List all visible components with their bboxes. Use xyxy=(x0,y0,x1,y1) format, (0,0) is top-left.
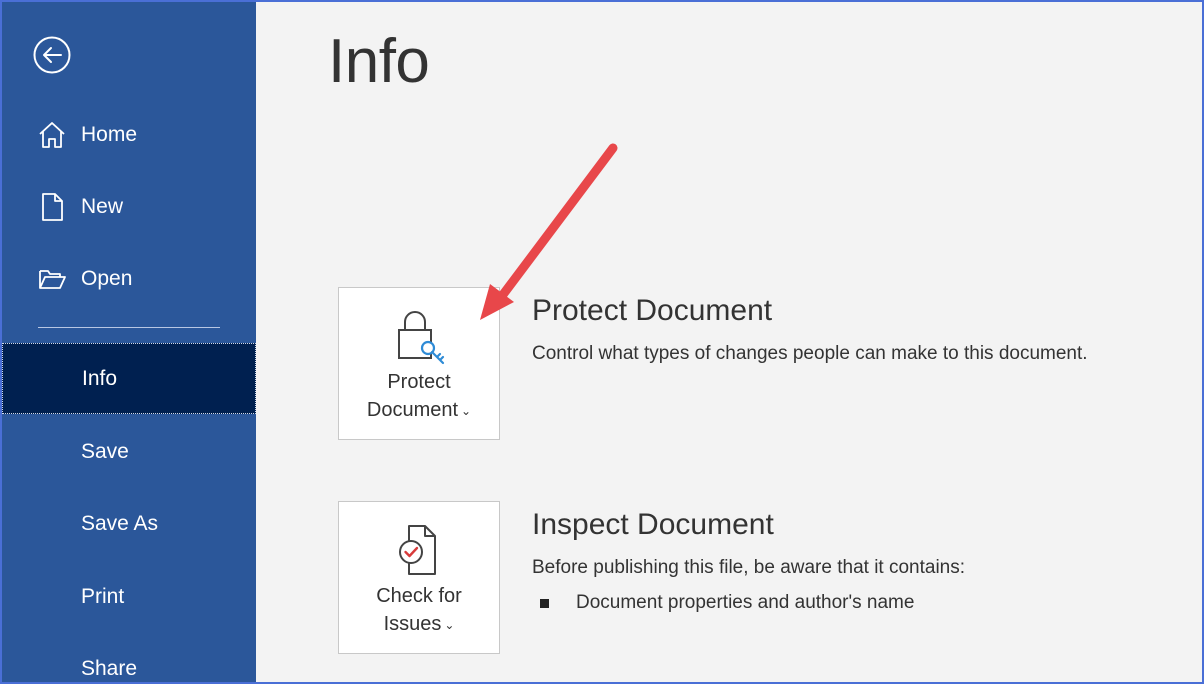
info-panel: Info Protect Document ⌄ Protect Document … xyxy=(256,2,1202,682)
sidebar-item-info[interactable]: Info xyxy=(2,343,256,414)
bullet-icon xyxy=(540,598,549,608)
protect-document-button[interactable]: Protect Document ⌄ xyxy=(338,287,500,440)
sidebar-item-save-as[interactable]: Save As xyxy=(2,498,256,550)
back-arrow-icon xyxy=(33,36,71,74)
inspect-document-description: Before publishing this file, be aware th… xyxy=(532,557,966,578)
tile-label-line: Issues xyxy=(383,613,442,635)
sidebar-item-print[interactable]: Print xyxy=(2,571,256,623)
tile-label-line: Check for xyxy=(376,585,462,607)
window-frame: Home New Open Info Save Save As Print Sh… xyxy=(0,0,1204,684)
sidebar-divider xyxy=(38,327,220,328)
check-for-issues-label: Check for Issues ⌄ xyxy=(376,582,462,639)
home-icon xyxy=(36,119,68,151)
new-document-icon xyxy=(36,191,68,223)
protect-document-heading: Protect Document xyxy=(532,294,773,327)
backstage-sidebar: Home New Open Info Save Save As Print Sh… xyxy=(2,2,256,682)
sidebar-item-label: New xyxy=(81,195,124,218)
sidebar-item-home[interactable]: Home xyxy=(2,109,256,161)
chevron-down-icon: ⌄ xyxy=(444,617,455,632)
protect-document-description: Control what types of changes people can… xyxy=(532,343,1088,364)
sidebar-item-label: Save xyxy=(81,440,129,463)
document-check-icon xyxy=(399,525,436,575)
folder-open-icon xyxy=(36,263,68,295)
inspect-document-heading: Inspect Document xyxy=(532,508,774,541)
sidebar-item-label: Print xyxy=(81,585,125,608)
tile-label-line: Document xyxy=(366,399,459,421)
inspect-bullet-item: Document properties and author's name xyxy=(532,592,914,614)
tile-label-line: Protect xyxy=(387,371,451,393)
sidebar-item-label: Home xyxy=(81,123,138,146)
sidebar-item-save[interactable]: Save xyxy=(2,426,256,478)
lock-key-icon xyxy=(398,311,445,365)
protect-document-label: Protect Document ⌄ xyxy=(367,368,471,425)
sidebar-item-new[interactable]: New xyxy=(2,181,256,233)
sidebar-item-open[interactable]: Open xyxy=(2,253,256,305)
page-title: Info xyxy=(328,27,430,96)
sidebar-item-label: Save As xyxy=(81,512,159,535)
sidebar-item-label: Share xyxy=(81,657,138,680)
check-for-issues-button[interactable]: Check for Issues ⌄ xyxy=(338,501,500,654)
chevron-down-icon: ⌄ xyxy=(461,403,472,418)
back-button[interactable] xyxy=(32,35,72,75)
sidebar-item-label: Info xyxy=(82,366,118,390)
bullet-text: Document properties and author's name xyxy=(576,592,915,613)
sidebar-item-label: Open xyxy=(81,267,133,290)
sidebar-item-share[interactable]: Share xyxy=(2,643,256,682)
